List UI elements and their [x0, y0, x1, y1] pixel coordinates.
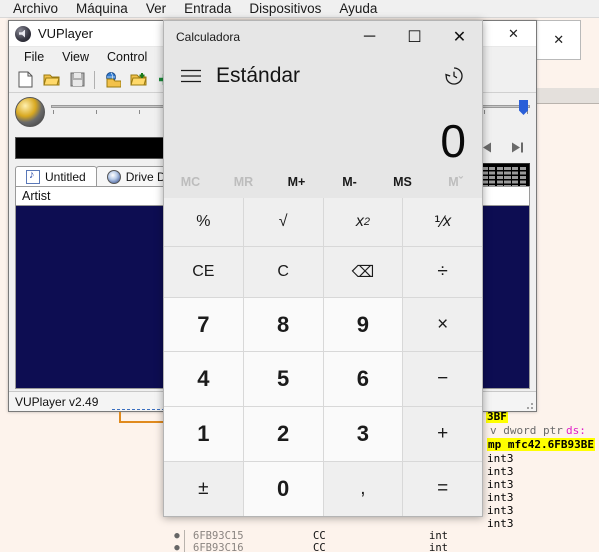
calculator-close-button[interactable]: ✕: [437, 21, 482, 52]
debugger-fragment: int3: [487, 465, 514, 478]
row-address: 6FB93C16: [193, 542, 244, 552]
calculator-mode-label: Estándar: [216, 64, 301, 87]
vuplayer-speaker-icon: [15, 25, 31, 42]
clear-entry-key[interactable]: CE: [164, 246, 243, 297]
square-root-key[interactable]: √: [243, 198, 323, 246]
row-bytes: CC: [313, 530, 326, 542]
menu-maquina[interactable]: Máquina: [67, 0, 137, 18]
vuplayer-menu-control[interactable]: Control: [98, 50, 156, 64]
digit-6-key[interactable]: 6: [323, 352, 403, 407]
vuplayer-menu-view[interactable]: View: [53, 50, 98, 64]
subtract-key[interactable]: −: [403, 352, 482, 407]
digit-2-key[interactable]: 2: [243, 407, 323, 462]
orange-marker-line: [119, 412, 165, 423]
reciprocal-key[interactable]: ⅟x: [403, 198, 482, 246]
digit-4-key[interactable]: 4: [164, 352, 243, 407]
digit-3-key[interactable]: 3: [323, 407, 403, 462]
calculator-window: Calculadora ─ ☐ ✕ Estándar 0 MC MR M+ M-…: [163, 20, 483, 517]
dashed-marker-line: [112, 409, 165, 410]
debugger-fragment: ds:: [566, 424, 586, 437]
calculator-header: Estándar: [164, 52, 482, 100]
equals-key[interactable]: =: [403, 462, 482, 516]
calculator-minimize-button[interactable]: ─: [347, 21, 392, 52]
memory-button-m[interactable]: Mˇ: [429, 166, 482, 198]
divide-key[interactable]: ÷: [403, 246, 482, 297]
resize-grip[interactable]: [520, 392, 536, 412]
new-file-icon[interactable]: [13, 69, 37, 91]
menu-archivo[interactable]: Archivo: [4, 0, 67, 18]
debugger-fragment: int3: [487, 504, 514, 517]
tab-untitled-label: Untitled: [45, 170, 86, 184]
debugger-fragment: int3: [487, 452, 514, 465]
digit-0-key[interactable]: 0: [243, 462, 323, 516]
vuplayer-menu-file[interactable]: File: [15, 50, 53, 64]
row-bytes: CC: [313, 542, 326, 552]
memory-button-m[interactable]: M+: [270, 166, 323, 198]
tab-untitled[interactable]: Untitled: [15, 166, 97, 187]
clear-key[interactable]: C: [243, 246, 323, 297]
cd-disc-icon: [106, 170, 121, 184]
open-folder-icon[interactable]: [39, 69, 63, 91]
history-clock-icon[interactable]: [438, 60, 470, 92]
breakpoint-dot-icon[interactable]: ●: [170, 543, 184, 552]
debugger-fragment: int3: [487, 478, 514, 491]
debugger-prefix-text: v dword ptr: [490, 424, 563, 437]
debugger-fragment: int3: [487, 491, 514, 504]
row-instruction: int: [429, 530, 448, 542]
debugger-disassembly-rows[interactable]: ●6FB93C15CCint●6FB93C16CCint●6FB93C17CCi…: [170, 530, 599, 552]
open-url-globe-icon[interactable]: [100, 69, 124, 91]
menu-entrada[interactable]: Entrada: [175, 0, 240, 18]
toolbar-divider: [94, 70, 95, 89]
row-address: 6FB93C15: [193, 530, 244, 542]
decimal-separator-key[interactable]: ,: [323, 462, 403, 516]
digit-5-key[interactable]: 5: [243, 352, 323, 407]
breakpoint-dot-icon[interactable]: ●: [170, 531, 184, 541]
plus-minus-key[interactable]: ±: [164, 462, 243, 516]
calculator-result-value: 0: [440, 115, 466, 167]
digit-9-key[interactable]: 9: [323, 297, 403, 352]
calculator-memory-row: MC MR M+ M- MS Mˇ: [164, 166, 482, 198]
memory-button-mr[interactable]: MR: [217, 166, 270, 198]
background-close-button[interactable]: ✕: [538, 21, 581, 59]
volume-knob-icon[interactable]: [15, 97, 45, 127]
memory-button-mc[interactable]: MC: [164, 166, 217, 198]
add-folder-icon[interactable]: [126, 69, 150, 91]
debugger-row[interactable]: ● 6FB93C16 CC int: [170, 542, 599, 552]
debugger-row[interactable]: ● 6FB93C15 CC int: [170, 530, 599, 542]
add-key[interactable]: +: [403, 407, 482, 462]
row-instruction: int: [429, 542, 448, 552]
calculator-titlebar[interactable]: Calculadora ─ ☐ ✕: [164, 21, 482, 52]
calculator-title: Calculadora: [176, 29, 241, 44]
save-icon[interactable]: [65, 69, 89, 91]
calculator-window-buttons: ─ ☐ ✕: [347, 21, 482, 52]
virtualbox-menubar: Archivo Máquina Ver Entrada Dispositivos…: [0, 0, 599, 18]
debugger-fragment: int3: [487, 517, 514, 530]
hamburger-menu-icon[interactable]: [176, 61, 206, 91]
menu-dispositivos[interactable]: Dispositivos: [240, 0, 330, 18]
screen-root: Script ptrC04ptrds:3C0ptrC04ptrds:3BFptr…: [0, 0, 599, 552]
next-track-icon[interactable]: [504, 137, 530, 157]
memory-button-ms[interactable]: MS: [376, 166, 429, 198]
percent-key[interactable]: %: [164, 198, 243, 246]
memory-button-m[interactable]: M-: [323, 166, 376, 198]
backspace-key[interactable]: ⌫: [323, 246, 403, 297]
square-key[interactable]: x2: [323, 198, 403, 246]
digit-1-key[interactable]: 1: [164, 407, 243, 462]
debugger-jump-instruction: mp mfc42.6FB93BE: [487, 438, 595, 451]
calculator-display: 0: [164, 100, 482, 166]
music-note-icon: [26, 169, 40, 184]
multiply-key[interactable]: ×: [403, 297, 482, 352]
calculator-maximize-button[interactable]: ☐: [392, 21, 437, 52]
calculator-keypad: % √ x 2 ⅟ x CE C ⌫ ÷ 7 8 9 × 4 5 6− 1 2 3 + ±0, =: [164, 198, 482, 516]
vuplayer-close-button[interactable]: ✕: [493, 21, 534, 47]
digit-8-key[interactable]: 8: [243, 297, 323, 352]
digit-7-key[interactable]: 7: [164, 297, 243, 352]
menu-ayuda[interactable]: Ayuda: [330, 0, 386, 18]
menu-ver[interactable]: Ver: [137, 0, 175, 18]
